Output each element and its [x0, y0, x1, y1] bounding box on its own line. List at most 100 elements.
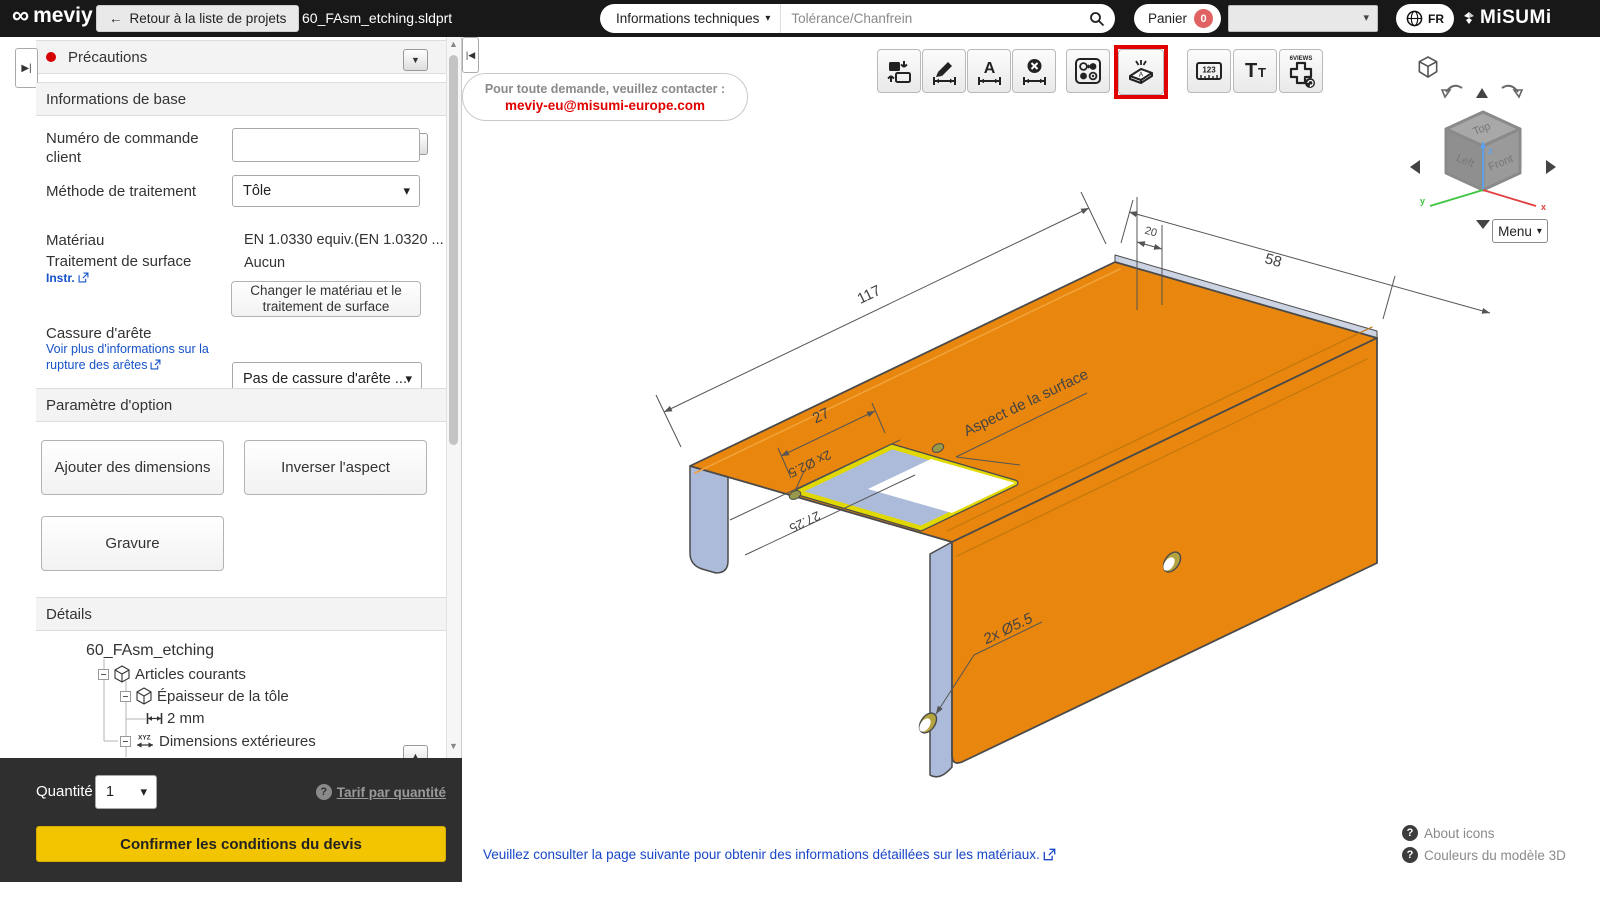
surface-treatment-label: Traitement de surface	[46, 253, 192, 270]
edge-break-info-link[interactable]: Voir plus d'informations sur la rupture …	[46, 341, 226, 374]
svg-text:T: T	[1258, 65, 1266, 80]
meviy-app: ∞ meviy ← Retour à la liste de projets 6…	[0, 0, 1600, 900]
account-select[interactable]	[1228, 5, 1378, 32]
y-axis-label: y	[1420, 196, 1425, 206]
question-icon: ?	[1402, 825, 1418, 841]
dimension-text-button[interactable]: A	[967, 49, 1011, 93]
search-bar: Informations techniques ▾	[600, 4, 1115, 33]
invert-aspect-button[interactable]: Inverser l'aspect	[244, 440, 427, 495]
scroll-up-icon[interactable]: ▲	[447, 39, 460, 52]
edge-break-info-text: Voir plus d'informations sur la rupture …	[46, 342, 209, 373]
tree-expander-icon[interactable]	[98, 668, 109, 680]
order-number-input[interactable]	[232, 128, 420, 162]
external-link-icon	[151, 359, 161, 370]
materials-info-link[interactable]: Veuillez consulter la page suivante pour…	[483, 847, 1056, 862]
meviy-logo-icon: ∞	[12, 2, 30, 29]
svg-text:20: 20	[1143, 225, 1158, 240]
cube-icon	[114, 665, 130, 683]
back-to-projects-button[interactable]: ← Retour à la liste de projets	[96, 5, 300, 32]
details-title: Détails	[46, 605, 92, 623]
hole-options-button[interactable]	[1066, 49, 1110, 93]
info-type-select[interactable]: Informations techniques ▾	[600, 4, 780, 33]
svg-text:27.25: 27.25	[787, 508, 823, 536]
reorder-dimension-button[interactable]	[877, 49, 921, 93]
cart-count-badge: 0	[1194, 9, 1214, 28]
processing-method-value: Tôle	[243, 183, 272, 199]
view-cube[interactable]: Top Left Front z y x	[1408, 98, 1558, 230]
about-icons-text: About icons	[1424, 825, 1495, 841]
config-sidebar: Précautions ▼ ▶| Informations de base ▲ …	[0, 37, 462, 758]
quantity-footer: Quantité 1 ? Tarif par quantité Confirme…	[0, 758, 462, 882]
cart-label: Panier	[1148, 11, 1188, 26]
sidebar-scrollbar-thumb[interactable]	[449, 55, 458, 445]
edit-dimension-icon	[932, 61, 956, 85]
model-colors-text: Couleurs du modèle 3D	[1424, 847, 1566, 863]
delete-dimension-button[interactable]	[1012, 49, 1056, 93]
external-link-icon	[78, 272, 89, 283]
engraving-button[interactable]: Gravure	[41, 516, 224, 571]
measure-button[interactable]: 123	[1187, 49, 1231, 93]
material-label: Matériau	[46, 232, 105, 249]
search-input[interactable]	[791, 11, 1089, 26]
tree-item-thickness-value[interactable]: 2 mm	[146, 710, 205, 727]
change-material-button[interactable]: Changer le matériau et le traitement de …	[231, 281, 421, 317]
misumi-logo-text: MiSUMi	[1480, 7, 1552, 28]
language-button[interactable]: FR	[1396, 4, 1454, 33]
tree-item-label: Dimensions extérieures	[159, 733, 316, 750]
view-menu-button[interactable]: Menu	[1492, 219, 1548, 243]
dimension-icon	[146, 713, 163, 724]
base-info-title: Informations de base	[46, 90, 187, 108]
meviy-logo[interactable]: ∞ meviy	[12, 4, 93, 28]
misumi-logo[interactable]: MiSUMi	[1462, 7, 1552, 29]
tree-root[interactable]: 60_FAsm_etching	[86, 642, 214, 660]
edit-dimension-button[interactable]	[922, 49, 966, 93]
misumi-leaf-icon	[1464, 12, 1474, 24]
tree-root-label: 60_FAsm_etching	[86, 642, 215, 659]
svg-text:117: 117	[855, 282, 884, 308]
model-colors-link[interactable]: ? Couleurs du modèle 3D	[1402, 847, 1566, 863]
quantity-select[interactable]: 1	[95, 775, 157, 809]
tree-item-outer-dimensions[interactable]: XYZ Dimensions extérieures	[120, 733, 316, 750]
cart-button[interactable]: Panier 0	[1134, 4, 1222, 33]
scroll-down-icon[interactable]: ▼	[447, 741, 460, 754]
etching-highlight-box: A	[1114, 45, 1168, 99]
six-views-button[interactable]: 6VIEWS	[1279, 49, 1323, 93]
meviy-logo-text: meviy	[33, 4, 93, 27]
etching-button[interactable]: A	[1118, 49, 1164, 95]
text-size-button[interactable]: T T	[1233, 49, 1277, 93]
view-left-arrow[interactable]	[1410, 160, 1420, 174]
sidebar-collapse-handle[interactable]: ▶|	[15, 48, 38, 88]
tree-expander-icon[interactable]	[120, 690, 131, 702]
instructions-link[interactable]: Instr.	[46, 271, 89, 287]
base-info-header: Informations de base ▲	[36, 82, 446, 155]
six-views-icon: 6VIEWS	[1290, 56, 1315, 88]
quantity-label: Quantité	[36, 783, 93, 800]
model-front-inner-edge	[929, 541, 953, 778]
view-right-arrow[interactable]	[1546, 160, 1556, 174]
tree-item-label: 2 mm	[167, 710, 205, 727]
about-icons-link[interactable]: ? About icons	[1402, 825, 1495, 841]
tree-item-thickness[interactable]: Épaisseur de la tôle	[120, 687, 289, 705]
view-down-arrow[interactable]	[1476, 220, 1490, 229]
confirm-quote-button[interactable]: Confirmer les conditions du devis	[36, 826, 446, 862]
alert-dot-icon	[46, 52, 56, 62]
tree-item-articles[interactable]: Articles courants	[98, 665, 246, 683]
precautions-expand-button[interactable]: ▼	[403, 49, 428, 71]
material-value: EN 1.0330 equiv.(EN 1.0320 ...	[244, 232, 444, 248]
globe-icon	[1406, 10, 1423, 27]
processing-method-select[interactable]: Tôle	[232, 175, 420, 207]
instructions-link-text: Instr.	[46, 271, 75, 285]
details-header: Détails ▲	[36, 597, 446, 631]
hole-options-icon	[1075, 58, 1101, 84]
quantity-pricing-link[interactable]: ? Tarif par quantité	[315, 784, 446, 800]
svg-text:T: T	[1245, 60, 1257, 82]
search-field-wrap	[780, 4, 1115, 33]
search-icon[interactable]	[1089, 11, 1105, 27]
tree-expander-icon[interactable]	[120, 736, 131, 747]
cube-view-icon[interactable]	[1416, 55, 1440, 79]
xyz-dimensions-icon: XYZ	[137, 735, 153, 748]
chevron-down-icon: ▾	[765, 13, 771, 24]
add-dimensions-button[interactable]: Ajouter des dimensions	[41, 440, 224, 495]
language-code: FR	[1428, 11, 1444, 26]
svg-text:123: 123	[1202, 66, 1216, 75]
